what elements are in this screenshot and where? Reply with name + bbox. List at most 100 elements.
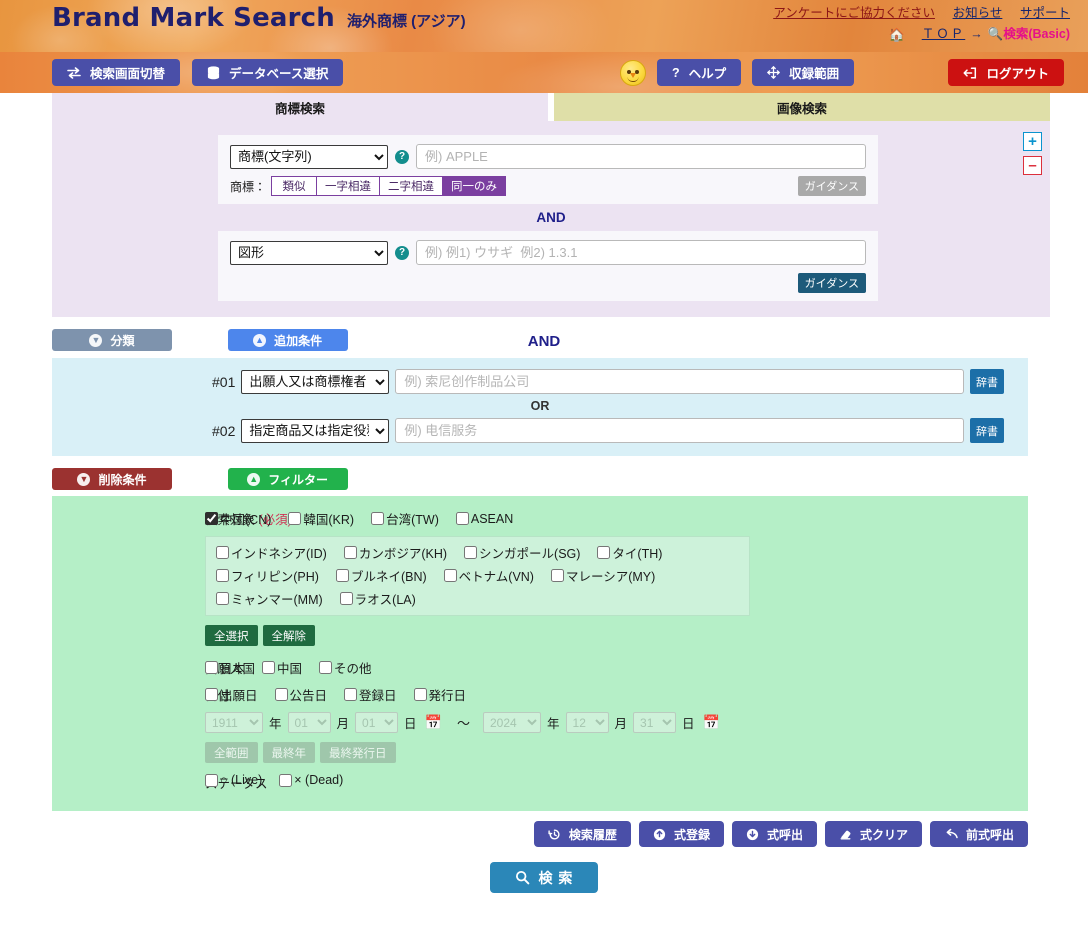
database-select-button[interactable]: データベース選択 [192,59,344,86]
checkbox-id[interactable]: インドネシア(ID) [216,543,327,562]
date-to-day-select[interactable]: 31 [633,712,677,733]
query-text-input-2[interactable] [416,240,866,265]
date-last-year-button[interactable]: 最終年 [262,742,315,763]
plus-icon[interactable]: + [1023,132,1042,151]
date-last-issue-button[interactable]: 最終発行日 [320,742,396,763]
checkbox-vn[interactable]: ベトナム(VN) [443,566,534,585]
checkbox-publication-date[interactable]: 公告日 [274,685,327,704]
checkbox-filing-date[interactable]: 出願日 [205,685,258,704]
minus-icon[interactable]: – [1023,156,1042,175]
checkbox-th[interactable]: タイ(TH) [597,543,662,562]
coverage-button[interactable]: 収録範囲 [752,59,855,86]
date-from-month-select[interactable]: 01 [287,712,331,733]
guidance-button-2[interactable]: ガイダンス [797,273,866,293]
checkbox-mm-input[interactable] [216,592,229,605]
checkbox-status-live[interactable]: ○ (Live) [205,773,262,787]
section-toggle-delete[interactable]: ▼ 削除条件 [52,468,172,490]
query-field-select-1[interactable]: 商標(文字列) [230,144,388,169]
tab-image-search[interactable]: 画像検索 [554,93,1050,121]
section-toggle-filter[interactable]: ▲ フィルター [227,468,348,490]
link-news[interactable]: お知らせ [953,6,1003,20]
checkbox-registration-date-input[interactable] [344,688,358,701]
checkbox-sg[interactable]: シンガポール(SG) [464,543,580,562]
checkbox-th-input[interactable] [597,546,611,559]
date-from-year-select[interactable]: 1911 [205,712,263,733]
checkbox-sg-input[interactable] [464,546,478,559]
checkbox-cn[interactable]: 中国(CN) [205,509,271,528]
previous-formula-button[interactable]: 前式呼出 [929,821,1028,847]
section-toggle-classification[interactable]: ▼ 分類 [52,329,172,351]
checkbox-issue-date[interactable]: 発行日 [413,685,466,704]
checkbox-applicant-china[interactable]: 中国 [262,658,302,677]
checkbox-id-input[interactable] [216,546,229,559]
additional-field-select-1[interactable]: 出願人又は商標権者 [241,369,390,394]
checkbox-registration-date[interactable]: 登録日 [344,685,397,704]
load-formula-button[interactable]: 式呼出 [731,821,817,847]
match-exact-only-button[interactable]: 同一のみ [442,176,507,196]
checkbox-tw[interactable]: 台湾(TW) [371,509,439,528]
checkbox-publication-date-input[interactable] [274,688,288,701]
breadcrumb-top[interactable]: ＴＯＰ [922,26,966,43]
tab-trademark-search[interactable]: 商標検索 [52,93,548,121]
checkbox-la-input[interactable] [339,592,353,605]
checkbox-ph-input[interactable] [216,569,229,582]
question-circle-icon[interactable]: ? [395,149,409,164]
checkbox-my[interactable]: マレーシア(MY) [550,566,655,585]
search-history-button[interactable]: 検索履歴 [533,821,631,847]
query-text-input-1[interactable] [416,144,866,169]
checkbox-applicant-japan-input[interactable] [205,661,218,674]
logout-button[interactable]: ログアウト [948,59,1064,86]
checkbox-applicant-other[interactable]: その他 [319,658,372,677]
checkbox-issue-date-input[interactable] [413,688,427,701]
match-one-char-diff-button[interactable]: 一字相違 [316,176,381,196]
checkbox-my-input[interactable] [550,569,564,582]
date-full-range-button[interactable]: 全範囲 [205,742,258,763]
checkbox-mm[interactable]: ミャンマー(MM) [216,589,323,608]
help-button[interactable]: ? ヘルプ [657,59,742,86]
checkbox-bn[interactable]: ブルネイ(BN) [335,566,427,585]
select-all-button[interactable]: 全選択 [205,625,258,646]
deselect-all-button[interactable]: 全解除 [262,625,315,646]
checkbox-kh[interactable]: カンボジア(KH) [343,543,447,562]
checkbox-applicant-japan[interactable]: 日本 [205,658,245,677]
checkbox-la[interactable]: ラオス(LA) [339,589,416,608]
checkbox-kr[interactable]: 韓国(KR) [288,509,354,528]
checkbox-kh-input[interactable] [343,546,357,559]
additional-text-input-1[interactable] [395,369,964,394]
checkbox-status-dead-input[interactable] [279,773,293,787]
checkbox-filing-date-input[interactable] [205,688,218,701]
checkbox-asean[interactable]: ASEAN [455,512,513,526]
link-support[interactable]: サポート [1020,6,1070,20]
additional-text-input-2[interactable] [395,418,964,443]
checkbox-ph[interactable]: フィリピン(PH) [216,566,319,585]
dictionary-button-1[interactable]: 辞書 [970,369,1004,394]
search-button[interactable]: 検 索 [490,862,598,893]
date-from-day-select[interactable]: 01 [355,712,399,733]
calendar-icon[interactable]: 📅 [425,714,442,731]
checkbox-asean-input[interactable] [455,512,469,525]
switch-search-screen-button[interactable]: 検索画面切替 [52,59,181,86]
match-two-char-diff-button[interactable]: 二字相違 [379,176,444,196]
calendar-icon[interactable]: 📅 [703,714,720,731]
dictionary-button-2[interactable]: 辞書 [970,418,1004,443]
checkbox-applicant-other-input[interactable] [319,661,333,674]
checkbox-status-live-input[interactable] [205,773,218,787]
checkbox-status-dead[interactable]: × (Dead) [279,773,343,787]
match-similar-button[interactable]: 類似 [271,176,318,196]
checkbox-bn-input[interactable] [335,569,349,582]
checkbox-vn-input[interactable] [443,569,457,582]
checkbox-applicant-china-input[interactable] [262,661,276,674]
date-to-month-select[interactable]: 12 [565,712,609,733]
clear-formula-button[interactable]: 式クリア [824,821,922,847]
save-formula-button[interactable]: 式登録 [638,821,724,847]
additional-field-select-2[interactable]: 指定商品又は指定役務 [241,418,390,443]
date-to-year-select[interactable]: 2024 [483,712,541,733]
checkbox-tw-input[interactable] [371,512,385,525]
link-survey[interactable]: アンケートにご協力ください [773,6,935,20]
checkbox-cn-input[interactable] [205,512,218,525]
section-toggle-additional[interactable]: ▲ 追加条件 [227,329,348,351]
checkbox-kr-input[interactable] [288,512,302,525]
question-circle-icon[interactable]: ? [395,245,409,260]
guidance-button-1[interactable]: ガイダンス [797,176,866,196]
query-field-select-2[interactable]: 図形 [230,240,388,265]
